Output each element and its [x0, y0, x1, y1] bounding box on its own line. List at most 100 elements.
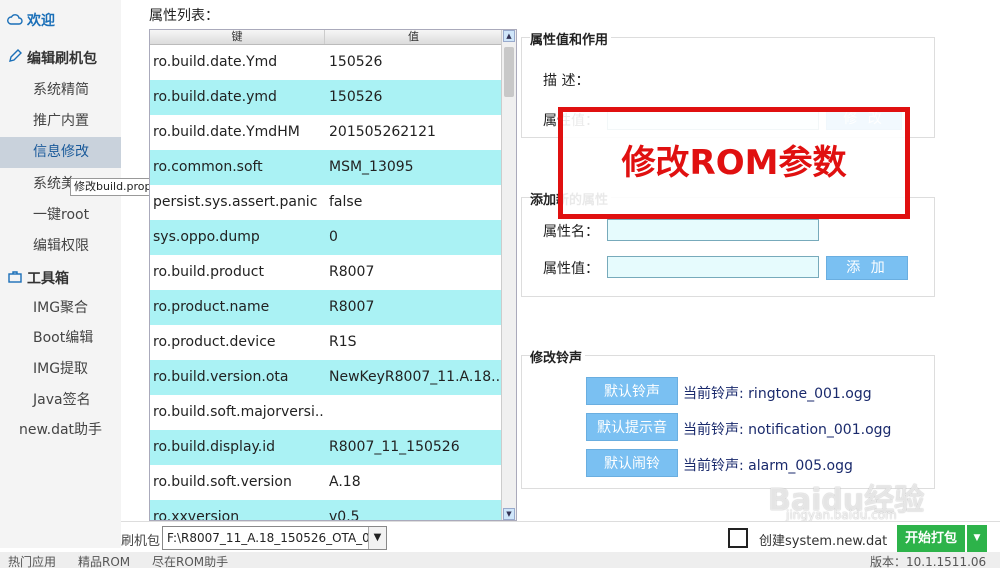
- cell-key: ro.common.soft: [153, 159, 263, 175]
- sidebar-item-newdat[interactable]: new.dat助手: [0, 415, 121, 446]
- cell-value: R8007_11_150526: [329, 439, 460, 455]
- ringtone-prefix: 当前铃声:: [683, 458, 744, 474]
- property-table[interactable]: 键 值 ro.build.date.Ymd 150526 ro.build.date…: [149, 29, 517, 521]
- ringtone-file: notification_001.ogg: [748, 422, 892, 438]
- cell-key: ro.build.soft.majorversi...: [153, 404, 323, 420]
- attr-name-input[interactable]: [607, 219, 819, 241]
- table-row[interactable]: ro.build.date.Ymd 150526: [150, 45, 502, 80]
- cell-key: sys.oppo.dump: [153, 229, 260, 245]
- sidebar-item-welcome[interactable]: 欢迎: [0, 6, 121, 37]
- ringtone-file: alarm_005.ogg: [748, 458, 853, 474]
- table-body: ro.build.date.Ymd 150526 ro.build.date.ymd…: [150, 45, 502, 521]
- start-pack-button[interactable]: 开始打包: [897, 525, 965, 552]
- create-newdat-label: 创建system.new.dat: [759, 534, 888, 549]
- table-row[interactable]: sys.oppo.dump 0: [150, 220, 502, 255]
- sidebar-section-edit-pkg[interactable]: 编辑刷机包: [0, 44, 121, 75]
- cell-key: ro.build.date.Ymd: [153, 54, 278, 70]
- table-row[interactable]: ro.build.soft.majorversi...: [150, 395, 502, 430]
- table-row[interactable]: ro.build.display.id R8007_11_150526: [150, 430, 502, 465]
- pkg-select[interactable]: F:\R8007_11_A.18_150526_OTA_018 ▼: [162, 526, 387, 550]
- sidebar-item-img-extract[interactable]: IMG提取: [0, 354, 121, 385]
- table-row[interactable]: ro.product.device R1S: [150, 325, 502, 360]
- cell-value: NewKeyR8007_11.A.18...: [329, 369, 501, 385]
- pencil-icon: [6, 44, 24, 75]
- cell-key: ro.product.device: [153, 334, 276, 350]
- table-row[interactable]: ro.xxversion v0.5: [150, 500, 502, 521]
- ringtone-prefix: 当前铃声:: [683, 422, 744, 438]
- status-link-hot-apps[interactable]: 热门应用: [8, 553, 56, 568]
- current-notification-text: 当前铃声: notification_001.ogg: [683, 419, 891, 439]
- cloud-icon: [6, 6, 24, 37]
- sidebar-item-label: 一键root: [33, 207, 90, 223]
- cell-value: 150526: [329, 89, 383, 105]
- add-value-label: 属性值：: [543, 261, 599, 277]
- cell-value: v0.5: [329, 509, 360, 521]
- status-bar: 热门应用 精品ROM 尽在ROM助手 版本：10.1.1511.06: [0, 552, 1000, 568]
- pkg-label: 刷机包: [121, 534, 161, 549]
- cell-key: ro.build.version.ota: [153, 369, 289, 385]
- cell-value: false: [329, 194, 363, 210]
- sidebar-item-permissions[interactable]: 编辑权限: [0, 231, 121, 262]
- sidebar-item-label: IMG聚合: [33, 300, 89, 316]
- ringtone-group-title: 修改铃声: [530, 347, 586, 366]
- sidebar-item-promo[interactable]: 推广内置: [0, 106, 121, 137]
- attr-group-title: 属性值和作用: [530, 29, 612, 48]
- cell-key: ro.build.display.id: [153, 439, 276, 455]
- sidebar-item-label: new.dat助手: [18, 422, 103, 438]
- cell-key: ro.product.name: [153, 299, 270, 315]
- table-row[interactable]: ro.product.name R8007: [150, 290, 502, 325]
- sidebar-item-root[interactable]: 一键root: [0, 200, 121, 231]
- sidebar-item-img-merge[interactable]: IMG聚合: [0, 293, 121, 324]
- default-alarm-button[interactable]: 默认闹铃: [586, 449, 678, 477]
- vertical-scrollbar[interactable]: ▲ ▼: [501, 30, 516, 520]
- sidebar-item-info-modify[interactable]: 信息修改: [0, 137, 121, 168]
- cell-key: ro.build.date.ymd: [153, 89, 277, 105]
- start-pack-dropdown-icon[interactable]: ▼: [967, 525, 987, 552]
- add-value-input[interactable]: [607, 256, 819, 278]
- default-notification-button[interactable]: 默认提示音: [586, 413, 678, 441]
- table-row[interactable]: ro.common.soft MSM_13095: [150, 150, 502, 185]
- sidebar-section-toolbox[interactable]: 工具箱: [0, 264, 121, 295]
- chevron-down-icon[interactable]: ▼: [368, 527, 386, 549]
- table-row[interactable]: ro.build.product R8007: [150, 255, 502, 290]
- column-header-key[interactable]: 键: [150, 30, 325, 44]
- sidebar-item-label: 推广内置: [33, 113, 89, 129]
- ringtone-prefix: 当前铃声:: [683, 386, 744, 402]
- create-newdat-checkbox[interactable]: [728, 528, 748, 548]
- current-alarm-text: 当前铃声: alarm_005.ogg: [683, 455, 853, 475]
- sidebar-item-java-sign[interactable]: Java签名: [0, 385, 121, 416]
- scrollbar-thumb[interactable]: [504, 47, 514, 97]
- bottom-bar: 刷机包 F:\R8007_11_A.18_150526_OTA_018 ▼ 创建…: [121, 521, 1000, 552]
- cell-value: A.18: [329, 474, 361, 490]
- column-header-value[interactable]: 值: [325, 30, 502, 44]
- sidebar-item-label: Boot编辑: [33, 330, 94, 346]
- sidebar-section-label: 编辑刷机包: [27, 51, 97, 67]
- sidebar-item-label: Java签名: [33, 392, 91, 408]
- default-ringtone-button[interactable]: 默认铃声: [586, 377, 678, 405]
- cell-value: R1S: [329, 334, 357, 350]
- cell-value: 201505262121: [329, 124, 436, 140]
- table-row[interactable]: ro.build.date.YmdHM 201505262121: [150, 115, 502, 150]
- sidebar-item-label: 欢迎: [27, 13, 55, 29]
- sidebar-item-label: 系统美: [33, 176, 75, 192]
- table-row[interactable]: ro.build.date.ymd 150526: [150, 80, 502, 115]
- sidebar-item-label: 系统精简: [33, 82, 89, 98]
- table-row[interactable]: ro.build.soft.version A.18: [150, 465, 502, 500]
- annotation-box: 修改ROM参数: [558, 107, 910, 219]
- pkg-select-value: F:\R8007_11_A.18_150526_OTA_018: [167, 531, 386, 545]
- sidebar-item-boot-edit[interactable]: Boot编辑: [0, 323, 121, 354]
- scroll-down-icon[interactable]: ▼: [503, 508, 515, 520]
- scroll-up-icon[interactable]: ▲: [503, 30, 515, 42]
- table-row[interactable]: ro.build.version.ota NewKeyR8007_11.A.18.…: [150, 360, 502, 395]
- status-link-rom[interactable]: 精品ROM: [78, 553, 130, 568]
- status-text: 尽在ROM助手: [152, 555, 229, 568]
- table-row[interactable]: persist.sys.assert.panic false: [150, 185, 502, 220]
- sidebar-item-system-slim[interactable]: 系统精简: [0, 75, 121, 106]
- ringtone-file: ringtone_001.ogg: [748, 386, 872, 402]
- add-button[interactable]: 添 加: [826, 256, 908, 280]
- desc-label: 描 述：: [543, 73, 590, 89]
- cell-value: R8007: [329, 299, 375, 315]
- cell-value: 0: [329, 229, 338, 245]
- annotation-text: 修改ROM参数: [621, 143, 847, 183]
- cell-key: persist.sys.assert.panic: [153, 194, 318, 210]
